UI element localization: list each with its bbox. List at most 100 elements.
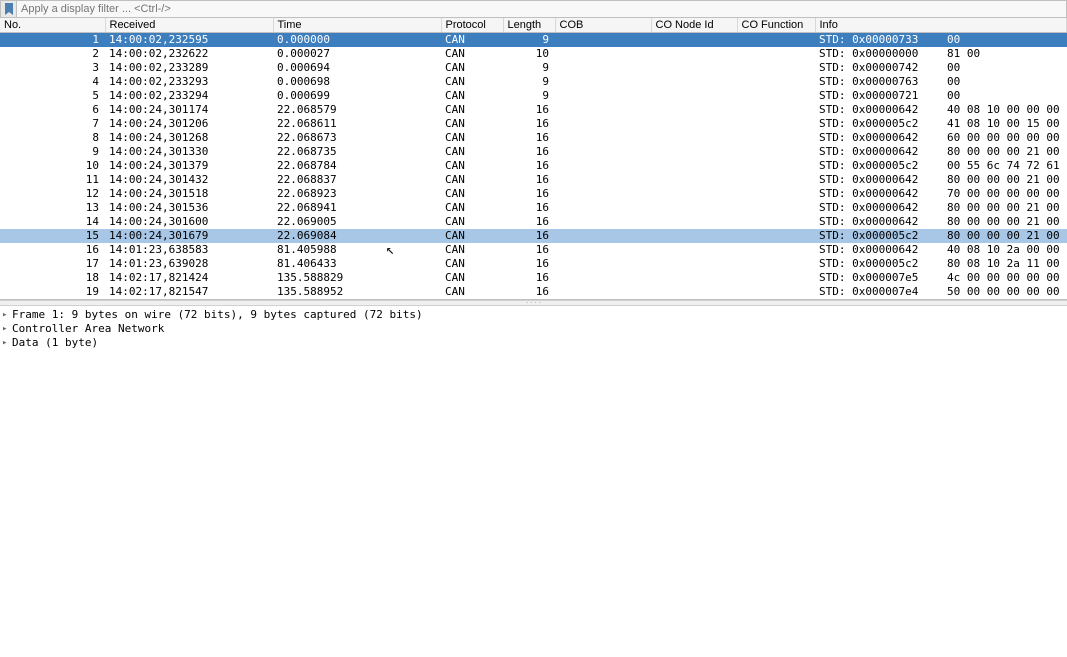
cell [555, 47, 651, 61]
cell-info: STD: 0x0000064240 08 10 00 00 00 [815, 103, 1067, 117]
cell [737, 89, 815, 103]
cell: 14:00:24,301379 [105, 159, 273, 173]
cell [651, 201, 737, 215]
table-row[interactable]: 1614:01:23,63858381.405988CAN16STD: 0x00… [0, 243, 1067, 257]
col-header-cofunction[interactable]: CO Function [737, 18, 815, 33]
cell [651, 229, 737, 243]
cell: 16 [503, 173, 555, 187]
cell: 14:02:17,821424 [105, 271, 273, 285]
cell: CAN [441, 173, 503, 187]
cell: 19 [0, 285, 105, 299]
table-row[interactable]: 714:00:24,30120622.068611CAN16STD: 0x000… [0, 117, 1067, 131]
cell: 6 [0, 103, 105, 117]
cell: 0.000698 [273, 75, 441, 89]
cell [555, 33, 651, 48]
cell: CAN [441, 131, 503, 145]
table-row[interactable]: 514:00:02,2332940.000699CAN9STD: 0x00000… [0, 89, 1067, 103]
cell: CAN [441, 33, 503, 48]
table-row[interactable]: 914:00:24,30133022.068735CAN16STD: 0x000… [0, 145, 1067, 159]
cell [651, 271, 737, 285]
table-row[interactable]: 1914:02:17,821547135.588952CAN16STD: 0x0… [0, 285, 1067, 299]
cell: 15 [0, 229, 105, 243]
table-row[interactable]: 114:00:02,2325950.000000CAN9STD: 0x00000… [0, 33, 1067, 48]
cell [651, 103, 737, 117]
cell: 16 [503, 229, 555, 243]
table-row[interactable]: 1014:00:24,30137922.068784CAN16STD: 0x00… [0, 159, 1067, 173]
cell: 13 [0, 201, 105, 215]
cell: 16 [503, 159, 555, 173]
expand-arrow-icon[interactable]: ▸ [2, 336, 12, 350]
cell: 11 [0, 173, 105, 187]
cell: 9 [503, 33, 555, 48]
cell [651, 173, 737, 187]
bookmark-icon[interactable] [1, 1, 17, 17]
cell [651, 187, 737, 201]
table-row[interactable]: 1214:00:24,30151822.068923CAN16STD: 0x00… [0, 187, 1067, 201]
cell-info: STD: 0x0000076300 [815, 75, 1067, 89]
cell: CAN [441, 159, 503, 173]
cell-info: STD: 0x0000064240 08 10 2a 00 00 [815, 243, 1067, 257]
cell [737, 285, 815, 299]
cell: 14:01:23,638583 [105, 243, 273, 257]
table-row[interactable]: 1714:01:23,63902881.406433CAN16STD: 0x00… [0, 257, 1067, 271]
cell: 14:00:02,232622 [105, 47, 273, 61]
table-row[interactable]: 214:00:02,2326220.000027CAN10STD: 0x0000… [0, 47, 1067, 61]
tree-item[interactable]: ▸ Frame 1: 9 bytes on wire (72 bits), 9 … [0, 308, 1067, 322]
col-header-protocol[interactable]: Protocol [441, 18, 503, 33]
col-header-no[interactable]: No. [0, 18, 105, 33]
cell: 16 [503, 243, 555, 257]
cell-info: STD: 0x0000064280 00 00 00 21 00 [815, 201, 1067, 215]
cell-info: STD: 0x0000064280 00 00 00 21 00 [815, 215, 1067, 229]
cell: 5 [0, 89, 105, 103]
col-header-received[interactable]: Received [105, 18, 273, 33]
cell: 14:00:24,301330 [105, 145, 273, 159]
cell: CAN [441, 187, 503, 201]
cell: 14:00:24,301600 [105, 215, 273, 229]
table-row[interactable]: 1414:00:24,30160022.069005CAN16STD: 0x00… [0, 215, 1067, 229]
cell: CAN [441, 285, 503, 299]
cell [651, 243, 737, 257]
cell-info: STD: 0x000005c200 55 6c 74 72 61 [815, 159, 1067, 173]
cell-info: STD: 0x0000064270 00 00 00 00 00 [815, 187, 1067, 201]
packet-table-header[interactable]: No. Received Time Protocol Length COB CO… [0, 18, 1067, 33]
cell: 16 [503, 103, 555, 117]
cell-info: STD: 0x0000072100 [815, 89, 1067, 103]
cell: 14:00:02,233293 [105, 75, 273, 89]
cell [555, 75, 651, 89]
col-header-info[interactable]: Info [815, 18, 1067, 33]
display-filter-input[interactable] [17, 2, 1066, 16]
table-row[interactable]: 1314:00:24,30153622.068941CAN16STD: 0x00… [0, 201, 1067, 215]
cell: 14:00:24,301432 [105, 173, 273, 187]
col-header-cob[interactable]: COB [555, 18, 651, 33]
table-row[interactable]: 1114:00:24,30143222.068837CAN16STD: 0x00… [0, 173, 1067, 187]
cell: 135.588829 [273, 271, 441, 285]
cell: 81.405988 [273, 243, 441, 257]
tree-item[interactable]: ▸ Controller Area Network [0, 322, 1067, 336]
cell: 135.588952 [273, 285, 441, 299]
cell: 14:00:24,301206 [105, 117, 273, 131]
table-row[interactable]: 1814:02:17,821424135.588829CAN16STD: 0x0… [0, 271, 1067, 285]
expand-arrow-icon[interactable]: ▸ [2, 308, 12, 322]
cell: 14:00:24,301679 [105, 229, 273, 243]
col-header-conodeid[interactable]: CO Node Id [651, 18, 737, 33]
cell [651, 215, 737, 229]
expand-arrow-icon[interactable]: ▸ [2, 322, 12, 336]
table-row[interactable]: 314:00:02,2332890.000694CAN9STD: 0x00000… [0, 61, 1067, 75]
table-row[interactable]: 614:00:24,30117422.068579CAN16STD: 0x000… [0, 103, 1067, 117]
cell: 3 [0, 61, 105, 75]
cell [555, 103, 651, 117]
table-row[interactable]: 814:00:24,30126822.068673CAN16STD: 0x000… [0, 131, 1067, 145]
tree-item[interactable]: ▸ Data (1 byte) [0, 336, 1067, 350]
cell [737, 271, 815, 285]
col-header-time[interactable]: Time [273, 18, 441, 33]
table-row[interactable]: 1514:00:24,30167922.069084CAN16STD: 0x00… [0, 229, 1067, 243]
packet-details-pane: ▸ Frame 1: 9 bytes on wire (72 bits), 9 … [0, 306, 1067, 352]
cell-info: STD: 0x000005c280 00 00 00 21 00 [815, 229, 1067, 243]
cell: 14:00:02,233294 [105, 89, 273, 103]
table-row[interactable]: 414:00:02,2332930.000698CAN9STD: 0x00000… [0, 75, 1067, 89]
col-header-length[interactable]: Length [503, 18, 555, 33]
cell [555, 215, 651, 229]
cell: 16 [0, 243, 105, 257]
cell [555, 173, 651, 187]
cell [737, 103, 815, 117]
